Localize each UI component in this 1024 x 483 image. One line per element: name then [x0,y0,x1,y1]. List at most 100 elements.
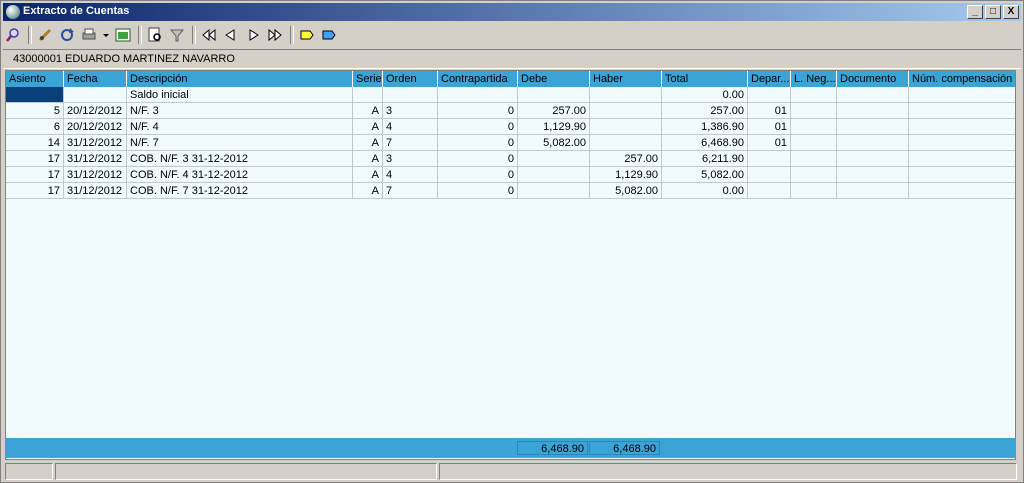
table-cell[interactable] [748,183,791,199]
table-cell[interactable]: 01 [748,103,791,119]
column-header[interactable]: Orden [383,71,438,87]
table-cell[interactable] [791,119,837,135]
column-header[interactable]: Serie [353,71,383,87]
previous-record-icon[interactable] [221,25,241,45]
table-cell[interactable]: 4 [383,167,438,183]
table-cell[interactable]: 20/12/2012 [64,103,127,119]
table-cell[interactable]: 0 [438,103,518,119]
column-header[interactable]: Total [662,71,748,87]
column-header[interactable]: Fecha [64,71,127,87]
table-cell[interactable] [837,135,909,151]
column-header[interactable]: Descripción [127,71,353,87]
table-cell[interactable]: 7 [383,135,438,151]
table-cell[interactable] [383,87,438,103]
last-record-icon[interactable] [265,25,285,45]
table-cell[interactable]: 257.00 [518,103,590,119]
minimize-button[interactable]: _ [967,5,983,19]
table-cell[interactable]: 5,082.00 [518,135,590,151]
table-cell[interactable]: Saldo inicial [127,87,353,103]
table-cell[interactable]: 5,082.00 [590,183,662,199]
table-cell[interactable] [909,183,1015,199]
table-cell[interactable] [791,151,837,167]
yellow-label-icon[interactable] [297,25,317,45]
table-cell[interactable]: 257.00 [590,151,662,167]
table-cell[interactable] [590,135,662,151]
table-cell[interactable] [590,103,662,119]
table-cell[interactable]: 0.00 [662,183,748,199]
column-header[interactable]: Debe [518,71,590,87]
table-cell[interactable] [518,183,590,199]
table-cell[interactable] [64,87,127,103]
table-cell[interactable] [837,167,909,183]
column-header[interactable]: Haber [590,71,662,87]
table-cell[interactable] [791,87,837,103]
table-cell[interactable] [518,167,590,183]
table-cell[interactable]: 17 [6,183,64,199]
column-header[interactable]: Núm. compensación [909,71,1015,87]
table-cell[interactable] [909,119,1015,135]
table-cell[interactable]: 17 [6,151,64,167]
column-header[interactable]: Depar... [748,71,791,87]
table-cell[interactable]: A [353,119,383,135]
table-cell[interactable]: 6 [6,119,64,135]
table-cell[interactable]: 0 [438,135,518,151]
table-cell[interactable] [791,183,837,199]
table-cell[interactable] [791,103,837,119]
table-cell[interactable] [518,87,590,103]
table-row[interactable]: 6 20/12/2012 N/F. 4 A 4 0 1,129.90 1,386.90 01 [6,119,1015,135]
table-cell[interactable] [748,167,791,183]
table-cell[interactable]: A [353,135,383,151]
table-cell[interactable]: 3 [383,151,438,167]
table-row[interactable]: 5 20/12/2012 N/F. 3 A 3 0 257.00 257.00 01 [6,103,1015,119]
table-row[interactable]: 14 31/12/2012 N/F. 7 A 7 0 5,082.00 6,468.90 01 [6,135,1015,151]
column-header[interactable]: Asiento [6,71,64,87]
table-cell[interactable]: 0 [438,119,518,135]
export-excel-icon[interactable] [113,25,133,45]
table-cell[interactable] [791,167,837,183]
table-cell[interactable]: 0 [438,167,518,183]
maximize-button[interactable]: □ [985,5,1001,19]
table-cell[interactable]: A [353,167,383,183]
table-cell[interactable]: 31/12/2012 [64,151,127,167]
table-cell[interactable]: A [353,151,383,167]
table-cell[interactable] [837,87,909,103]
print-icon[interactable] [79,25,99,45]
table-cell[interactable]: 14 [6,135,64,151]
table-cell[interactable]: 01 [748,119,791,135]
table-cell[interactable] [909,103,1015,119]
table-cell[interactable]: 4 [383,119,438,135]
refresh-icon[interactable] [57,25,77,45]
table-row[interactable]: Saldo inicial 0.00 [6,87,1015,103]
table-cell[interactable]: 31/12/2012 [64,167,127,183]
table-cell[interactable] [837,151,909,167]
table-row[interactable]: 17 31/12/2012 COB. N/F. 3 31-12-2012 A 3 0 257… [6,151,1015,167]
table-cell[interactable]: COB. N/F. 4 31-12-2012 [127,167,353,183]
table-cell[interactable]: COB. N/F. 3 31-12-2012 [127,151,353,167]
table-cell[interactable]: 1,129.90 [518,119,590,135]
table-cell[interactable]: N/F. 7 [127,135,353,151]
dropdown-arrow-icon[interactable] [101,25,111,45]
table-cell[interactable] [6,87,64,103]
table-cell[interactable]: 31/12/2012 [64,183,127,199]
edit-icon[interactable] [35,25,55,45]
table-cell[interactable]: 0.00 [662,87,748,103]
table-cell[interactable]: 7 [383,183,438,199]
table-row[interactable]: 17 31/12/2012 COB. N/F. 7 31-12-2012 A 7 0 5,0… [6,183,1015,199]
table-cell[interactable] [353,87,383,103]
preview-icon[interactable] [145,25,165,45]
table-cell[interactable] [590,119,662,135]
table-cell[interactable] [590,87,662,103]
table-cell[interactable]: 1,386.90 [662,119,748,135]
table-cell[interactable] [837,183,909,199]
table-cell[interactable] [909,135,1015,151]
table-cell[interactable]: 6,468.90 [662,135,748,151]
search-icon[interactable] [3,25,23,45]
column-header[interactable]: L. Neg... [791,71,837,87]
table-cell[interactable]: 5,082.00 [662,167,748,183]
table-cell[interactable]: 5 [6,103,64,119]
next-record-icon[interactable] [243,25,263,45]
table-cell[interactable] [909,167,1015,183]
table-cell[interactable]: 01 [748,135,791,151]
table-cell[interactable]: N/F. 4 [127,119,353,135]
table-cell[interactable] [748,151,791,167]
